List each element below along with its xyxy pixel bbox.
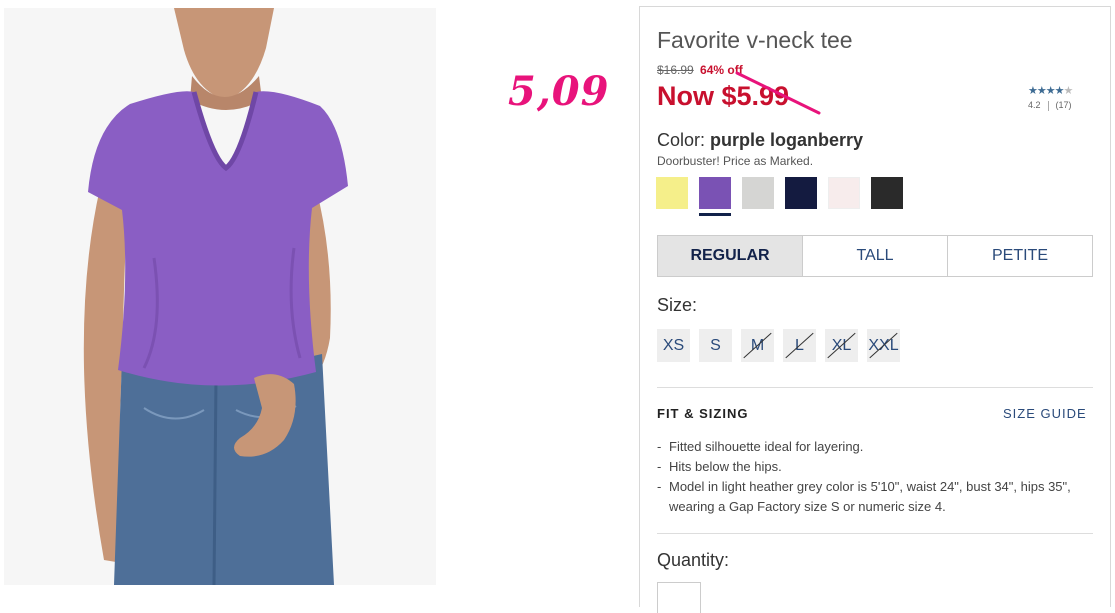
size-xxl-button[interactable]: XXL [867, 329, 900, 362]
list-item: Fitted silhouette ideal for layering. [657, 437, 1093, 457]
handwritten-strike-mark [735, 71, 821, 115]
size-label: Size: [657, 295, 698, 315]
divider [657, 387, 1093, 388]
selected-color-name: purple loganberry [710, 130, 864, 150]
fit-selector: REGULAR TALL PETITE [657, 235, 1093, 277]
rating-score: 4.2 [1028, 100, 1041, 110]
price-row: $16.99 64% off [657, 63, 743, 77]
size-xl-button[interactable]: XL [825, 329, 858, 362]
list-item: Model in light heather grey color is 5'1… [657, 477, 1093, 517]
divider [657, 533, 1093, 534]
quantity-label: Quantity: [657, 550, 730, 570]
fit-regular-button[interactable]: REGULAR [658, 236, 803, 276]
original-price: $16.99 [657, 63, 694, 77]
swatch-pale-pink[interactable] [828, 177, 860, 209]
fit-petite-button[interactable]: PETITE [948, 236, 1092, 276]
swatch-yellow[interactable] [656, 177, 688, 209]
swatch-navy[interactable] [785, 177, 817, 209]
promo-text: Doorbuster! Price as Marked. [657, 154, 814, 168]
size-selector: XS S M L XL XXL [657, 329, 909, 362]
review-count[interactable]: (17) [1056, 100, 1072, 110]
fit-details-list: Fitted silhouette ideal for layering. Hi… [657, 437, 1093, 517]
swatch-purple-loganberry[interactable] [699, 177, 731, 216]
size-l-button[interactable]: L [783, 329, 816, 362]
swatch-light-heather-grey[interactable] [742, 177, 774, 209]
rating-stars-icon: ★★★★ [1028, 85, 1064, 97]
size-m-button[interactable]: M [741, 329, 774, 362]
color-label: Color: purple loganberry [657, 130, 864, 150]
product-title: Favorite v-neck tee [657, 27, 853, 53]
product-info-panel: Favorite v-neck tee $16.99 64% off Now $… [639, 6, 1111, 613]
size-xs-button[interactable]: XS [657, 329, 690, 362]
product-image[interactable] [4, 8, 436, 585]
rating-star-empty-icon: ★ [1063, 85, 1073, 97]
color-swatches [656, 177, 914, 216]
quantity-input[interactable] [657, 582, 701, 613]
fit-tall-button[interactable]: TALL [803, 236, 948, 276]
handwritten-price-annotation: 5,09 [508, 68, 610, 115]
swatch-black[interactable] [871, 177, 903, 209]
rating-widget[interactable]: ★★★★★ 4.2 (17) [1028, 84, 1073, 111]
fit-sizing-heading: FIT & SIZING [657, 406, 749, 421]
size-s-button[interactable]: S [699, 329, 732, 362]
size-guide-link[interactable]: SIZE GUIDE [1003, 406, 1087, 421]
list-item: Hits below the hips. [657, 457, 1093, 477]
